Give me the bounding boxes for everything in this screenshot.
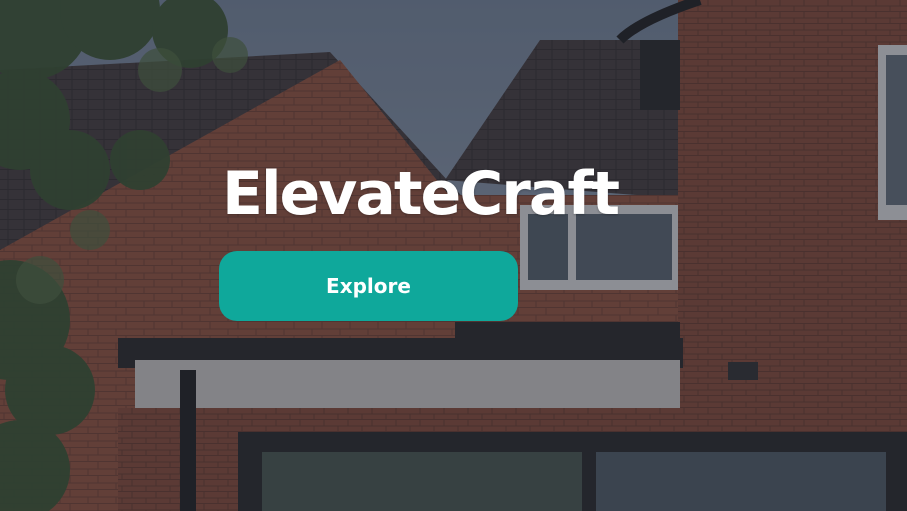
hero-content: ElevateCraft Explore [0, 0, 907, 511]
explore-button[interactable]: Explore [219, 251, 518, 321]
hero-section: ElevateCraft Explore [0, 0, 907, 511]
hero-title: ElevateCraft [222, 159, 620, 229]
